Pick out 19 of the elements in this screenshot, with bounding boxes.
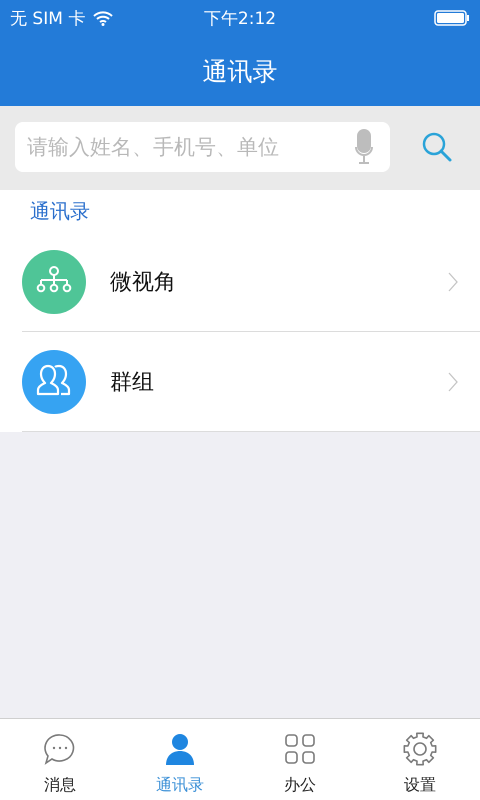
clock-text: 下午2:12	[204, 8, 276, 30]
tab[interactable]: 设置	[360, 719, 480, 800]
battery-icon	[434, 10, 470, 26]
section-title: 通讯录	[30, 198, 90, 224]
page-title: 通讯录	[202, 56, 278, 88]
wifi-icon	[93, 10, 114, 26]
chevron-icon	[448, 372, 458, 392]
search-button[interactable]	[420, 130, 454, 164]
search-field[interactable]: 请输入姓名、手机号、单位	[15, 122, 390, 172]
chevron-icon	[448, 272, 458, 292]
tab[interactable]: 办公	[240, 719, 360, 800]
microphone-icon[interactable]	[355, 129, 373, 165]
carrier-text: 无 SIM 卡	[10, 8, 86, 30]
grid-icon	[282, 731, 318, 767]
tab[interactable]: 消息	[0, 719, 120, 800]
list-item[interactable]: 微视角	[22, 232, 480, 332]
gear-icon	[402, 731, 438, 767]
search-icon	[420, 130, 454, 164]
list-item[interactable]: 群组	[22, 332, 480, 432]
